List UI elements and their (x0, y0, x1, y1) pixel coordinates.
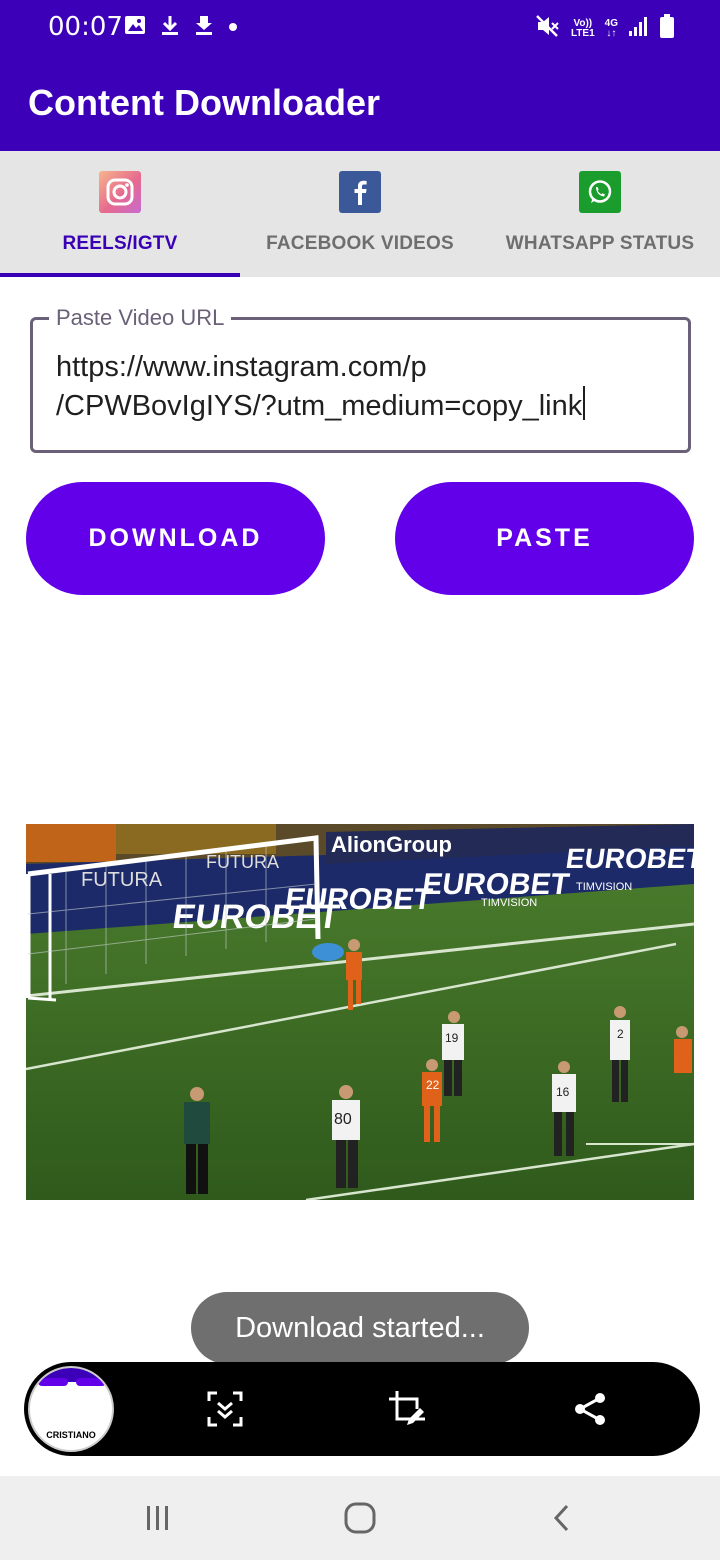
app-title: Content Downloader (28, 82, 380, 123)
svg-text:EUROBET: EUROBET (564, 843, 694, 874)
soccer-video-thumbnail: EUROBET EUROBET EUROBET EUROBET AlionGro… (26, 824, 694, 1200)
svg-text:TIMVISION: TIMVISION (576, 881, 632, 893)
tab-label: REELS/IGTV (62, 233, 178, 254)
tab-facebook-videos[interactable]: FACEBOOK VIDEOS (240, 151, 480, 277)
thumbnail-button-right (76, 1378, 106, 1386)
volte-bottom-text: LTE1 (570, 27, 595, 39)
volte-indicator: Vo)) LTE1 (570, 17, 595, 39)
network-type-indicator: 4G ↓↑ (604, 17, 618, 39)
text-cursor (583, 386, 586, 420)
tab-label: WHATSAPP STATUS (505, 233, 695, 254)
svg-text:EUROBET: EUROBET (283, 883, 435, 916)
signal-icon (628, 15, 650, 42)
url-line-1: https://www.instagram.com/p (56, 351, 427, 383)
dot-icon (228, 19, 238, 37)
thumbnail-button-left (38, 1378, 68, 1386)
svg-text:TIMVISION: TIMVISION (481, 897, 537, 909)
crop-edit-icon[interactable] (386, 1388, 428, 1430)
download-button[interactable]: DOWNLOAD (26, 482, 325, 595)
svg-text:22: 22 (426, 1078, 440, 1092)
download-progress-icon (194, 14, 214, 41)
video-preview[interactable]: EUROBET EUROBET EUROBET EUROBET AlionGro… (26, 824, 694, 1200)
mute-icon (535, 14, 561, 43)
tab-whatsapp-status[interactable]: WHATSAPP STATUS (480, 151, 720, 277)
svg-text:AlionGroup: AlionGroup (331, 832, 452, 857)
app-bar: Content Downloader (0, 56, 720, 151)
tab-reels-igtv[interactable]: REELS/IGTV (0, 151, 240, 277)
status-right-icons: Vo)) LTE1 4G ↓↑ (535, 14, 674, 43)
screenshot-thumbnail[interactable]: CRISTIANO (28, 1366, 114, 1452)
facebook-icon (339, 171, 381, 213)
thumbnail-label: CRISTIANO (46, 1430, 96, 1440)
toast-message: Download started... (191, 1292, 529, 1364)
instagram-icon (99, 171, 141, 213)
url-line-2: /CPWBovIgIYS/?utm_medium=copy_link (56, 390, 583, 422)
data-arrows-icon: ↓↑ (606, 27, 617, 39)
paste-button[interactable]: PASTE (395, 482, 694, 595)
tab-bar: REELS/IGTV FACEBOOK VIDEOS WHATSAPP STAT… (0, 151, 720, 277)
navigation-bar (0, 1476, 720, 1560)
status-time: 00:07 (48, 12, 123, 42)
download-icon (160, 14, 180, 41)
battery-icon (660, 14, 674, 43)
recents-icon[interactable] (138, 1498, 178, 1538)
svg-text:19: 19 (445, 1031, 459, 1045)
volte-top-text: Vo)) (573, 17, 593, 29)
svg-text:80: 80 (334, 1111, 352, 1128)
status-bar: 00:07 Vo)) LTE1 4G ↓↑ (0, 0, 720, 56)
status-left-icons (124, 14, 238, 41)
back-icon[interactable] (542, 1498, 582, 1538)
whatsapp-icon (579, 171, 621, 213)
url-field-label: Paste Video URL (49, 305, 232, 331)
svg-text:FUTURA: FUTURA (206, 852, 279, 872)
network-type-text: 4G (604, 17, 618, 29)
tab-label: FACEBOOK VIDEOS (266, 233, 454, 254)
url-input-value[interactable]: https://www.instagram.com/p /CPWBovIgIYS… (56, 348, 676, 425)
svg-text:FUTURA: FUTURA (81, 869, 163, 891)
svg-text:16: 16 (556, 1085, 570, 1099)
screenshot-toolbar: CRISTIANO (24, 1362, 700, 1456)
share-icon[interactable] (569, 1388, 611, 1430)
home-icon[interactable] (340, 1498, 380, 1538)
image-icon (124, 14, 146, 41)
active-tab-indicator (0, 273, 240, 277)
svg-text:2: 2 (617, 1027, 624, 1041)
url-line-2-wrap: /CPWBovIgIYS/?utm_medium=copy_link (56, 386, 676, 425)
scroll-capture-icon[interactable] (204, 1388, 246, 1430)
